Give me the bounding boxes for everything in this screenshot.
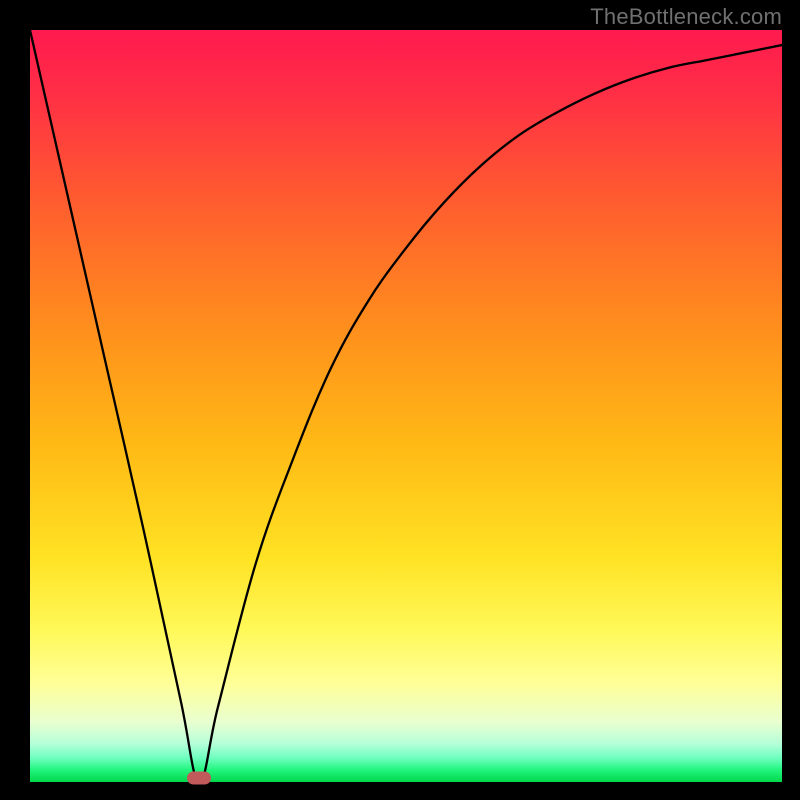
watermark-text: TheBottleneck.com [590, 4, 782, 30]
plot-area [30, 30, 782, 782]
bottleneck-curve [30, 30, 782, 782]
chart-frame: TheBottleneck.com [0, 0, 800, 800]
optimal-point-marker [187, 772, 211, 785]
